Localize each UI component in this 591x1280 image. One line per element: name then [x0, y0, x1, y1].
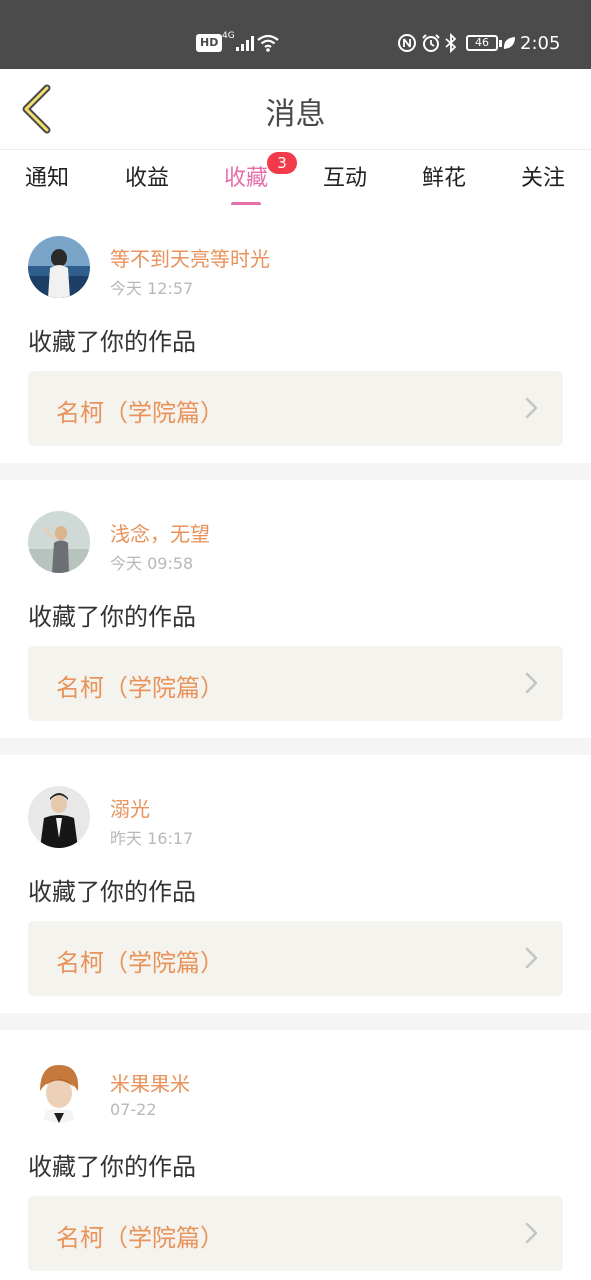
- work-link[interactable]: 名柯（学院篇）: [28, 371, 563, 446]
- list-item: 溺光 昨天 16:17 收藏了你的作品 名柯（学院篇）: [0, 755, 591, 1013]
- message-list: 等不到天亮等时光 今天 12:57 收藏了你的作品 名柯（学院篇） 浅念，无望 …: [0, 205, 591, 1280]
- action-text: 收藏了你的作品: [28, 1153, 196, 1181]
- chevron-right-icon: [525, 672, 538, 694]
- status-bar: HD 4G 46 2:05: [0, 0, 591, 69]
- action-text: 收藏了你的作品: [28, 328, 196, 356]
- tab-flowers[interactable]: 鲜花: [419, 160, 469, 200]
- work-title: 名柯（学院篇）: [56, 674, 224, 702]
- avatar[interactable]: [28, 511, 90, 573]
- list-item: 等不到天亮等时光 今天 12:57 收藏了你的作品 名柯（学院篇）: [0, 205, 591, 463]
- battery-level: 46: [475, 36, 489, 49]
- tab-follows[interactable]: 关注: [518, 160, 568, 200]
- chevron-right-icon: [525, 947, 538, 969]
- tab-label: 收益: [124, 166, 169, 191]
- signal-icon: 4G: [222, 28, 257, 58]
- unread-badge: 3: [267, 152, 297, 174]
- tab-bar: 通知 收益 收藏 3 互动 鲜花 关注: [0, 150, 591, 206]
- work-link[interactable]: 名柯（学院篇）: [28, 1196, 563, 1271]
- avatar[interactable]: [28, 236, 90, 298]
- hd-indicator: HD: [196, 28, 223, 58]
- work-title: 名柯（学院篇）: [56, 949, 224, 977]
- page-title: 消息: [265, 97, 326, 132]
- tab-earnings[interactable]: 收益: [122, 160, 172, 200]
- tab-favorites[interactable]: 收藏 3: [221, 152, 297, 206]
- user-name[interactable]: 等不到天亮等时光: [110, 243, 270, 272]
- work-link[interactable]: 名柯（学院篇）: [28, 921, 563, 996]
- tab-label: 互动: [322, 166, 367, 191]
- nfc-icon: [397, 28, 417, 58]
- tab-label: 通知: [24, 166, 69, 191]
- tab-label: 收藏: [223, 166, 268, 191]
- leaf-icon: [502, 28, 516, 58]
- timestamp: 昨天 16:17: [110, 829, 194, 848]
- timestamp: 07-22: [110, 1100, 157, 1119]
- user-name[interactable]: 米果果米: [110, 1068, 190, 1097]
- tab-label: 关注: [520, 166, 565, 191]
- chevron-right-icon: [525, 397, 538, 419]
- tab-label: 鲜花: [421, 166, 466, 191]
- battery-icon: 46: [466, 28, 502, 58]
- work-title: 名柯（学院篇）: [56, 1224, 224, 1252]
- action-text: 收藏了你的作品: [28, 603, 196, 631]
- app-header: 消息: [0, 69, 591, 150]
- work-title: 名柯（学院篇）: [56, 399, 224, 427]
- user-name[interactable]: 浅念，无望: [110, 518, 210, 547]
- divider: [0, 463, 591, 480]
- tab-notifications[interactable]: 通知: [22, 160, 72, 200]
- divider: [0, 738, 591, 755]
- list-item: 米果果米 07-22 收藏了你的作品 名柯（学院篇）: [0, 1030, 591, 1280]
- avatar[interactable]: [28, 1061, 90, 1123]
- clock-time: 2:05: [520, 32, 561, 54]
- tab-interactions[interactable]: 互动: [320, 160, 370, 200]
- alarm-icon: [421, 28, 441, 58]
- hd-label: HD: [196, 34, 223, 52]
- chevron-right-icon: [525, 1222, 538, 1244]
- bluetooth-icon: [444, 28, 458, 58]
- action-text: 收藏了你的作品: [28, 878, 196, 906]
- user-name[interactable]: 溺光: [110, 793, 150, 822]
- avatar[interactable]: [28, 786, 90, 848]
- list-item: 浅念，无望 今天 09:58 收藏了你的作品 名柯（学院篇）: [0, 480, 591, 738]
- timestamp: 今天 12:57: [110, 279, 194, 298]
- wifi-icon: [256, 28, 280, 58]
- network-label: 4G: [222, 31, 235, 41]
- work-link[interactable]: 名柯（学院篇）: [28, 646, 563, 721]
- timestamp: 今天 09:58: [110, 554, 194, 573]
- divider: [0, 1013, 591, 1030]
